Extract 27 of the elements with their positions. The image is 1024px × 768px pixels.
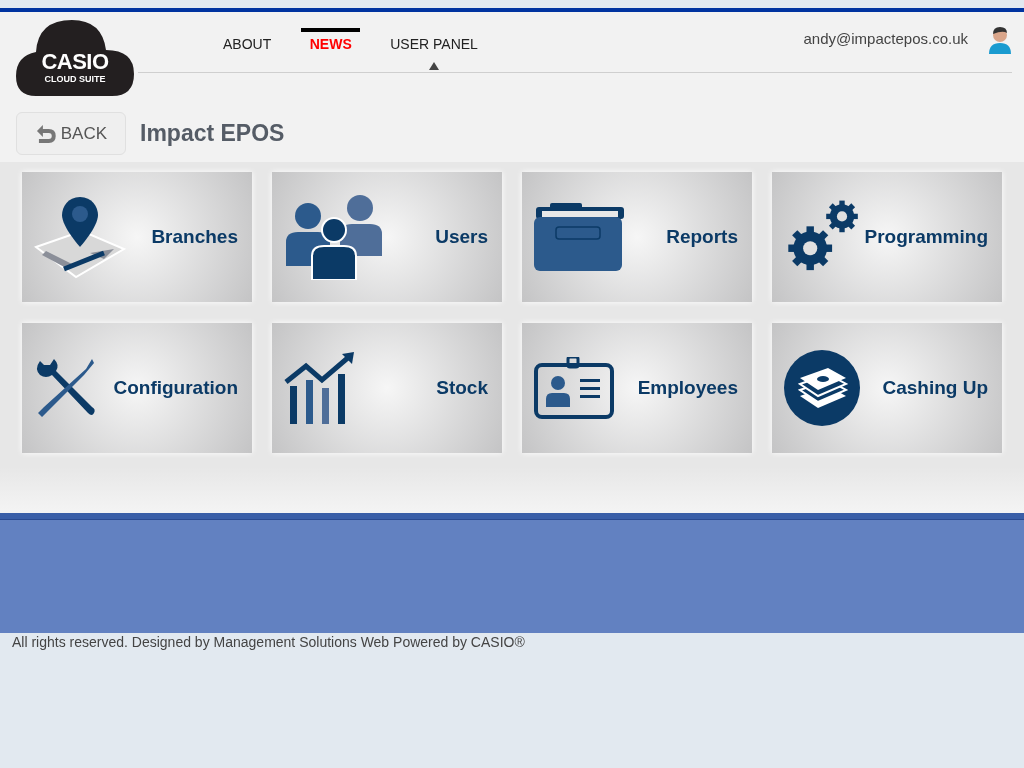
menu-tile[interactable]: Configuration	[22, 323, 252, 453]
logo-brand: CASIO	[41, 51, 109, 73]
folder-icon	[534, 203, 626, 271]
map-pin-icon	[34, 195, 126, 279]
menu-tile[interactable]: Stock	[272, 323, 502, 453]
menu-tile[interactable]: Users	[272, 172, 502, 302]
nav-link[interactable]: NEWS	[309, 36, 352, 52]
user-email: andy@impactepos.co.uk	[803, 29, 968, 49]
bar-chart-icon	[284, 352, 356, 424]
cash-stack-icon	[784, 350, 860, 426]
menu-tile[interactable]: Cashing Up	[772, 323, 1002, 453]
back-button[interactable]: BACK	[16, 112, 126, 155]
menu-tile[interactable]: Branches	[22, 172, 252, 302]
people-icon	[284, 194, 384, 280]
user-avatar-icon[interactable]	[988, 26, 1012, 54]
menu-tile[interactable]: Reports	[522, 172, 752, 302]
wrench-screwdriver-icon	[34, 357, 96, 419]
page-title: Impact EPOS	[140, 119, 285, 149]
footer-text: All rights reserved. Designed by Management Solutions Web Powered by CASIO®	[12, 633, 526, 651]
menu-tile[interactable]: Employees	[522, 323, 752, 453]
logo[interactable]: CASIO CLOUD SUITE	[16, 20, 134, 96]
return-arrow-icon	[35, 124, 57, 143]
menu-tile[interactable]: Programming	[772, 172, 1002, 302]
nav-link[interactable]: ABOUT	[223, 36, 272, 52]
id-badge-icon	[534, 357, 614, 419]
logo-product: CLOUD SUITE	[44, 73, 106, 85]
nav-link[interactable]: USER PANEL	[390, 36, 478, 52]
